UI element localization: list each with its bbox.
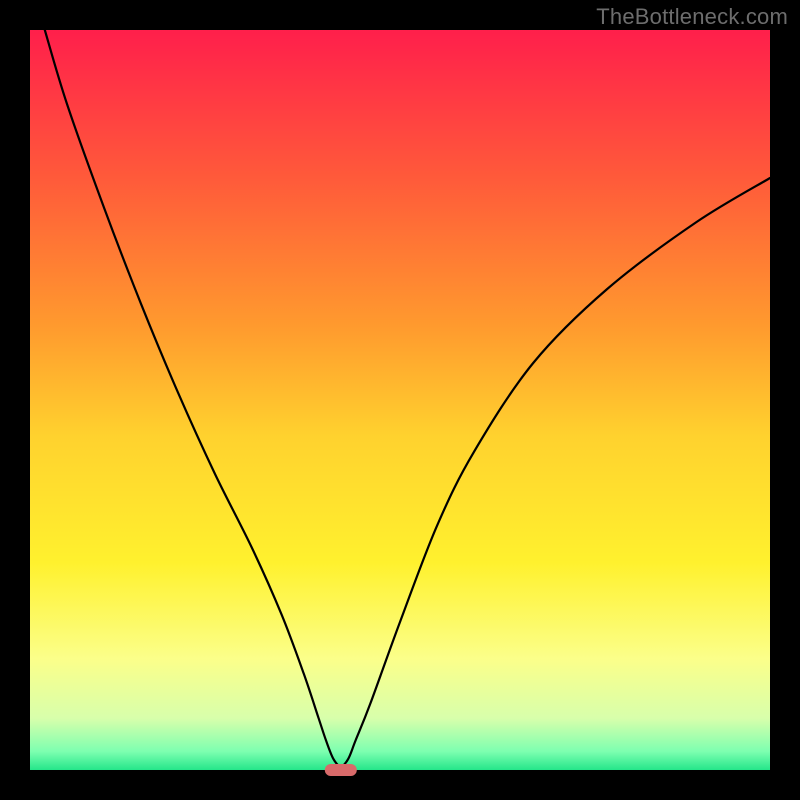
plot-area — [30, 30, 770, 770]
optimal-marker — [325, 764, 357, 776]
watermark-text: TheBottleneck.com — [596, 4, 788, 30]
chart-frame: TheBottleneck.com — [0, 0, 800, 800]
bottleneck-chart — [0, 0, 800, 800]
